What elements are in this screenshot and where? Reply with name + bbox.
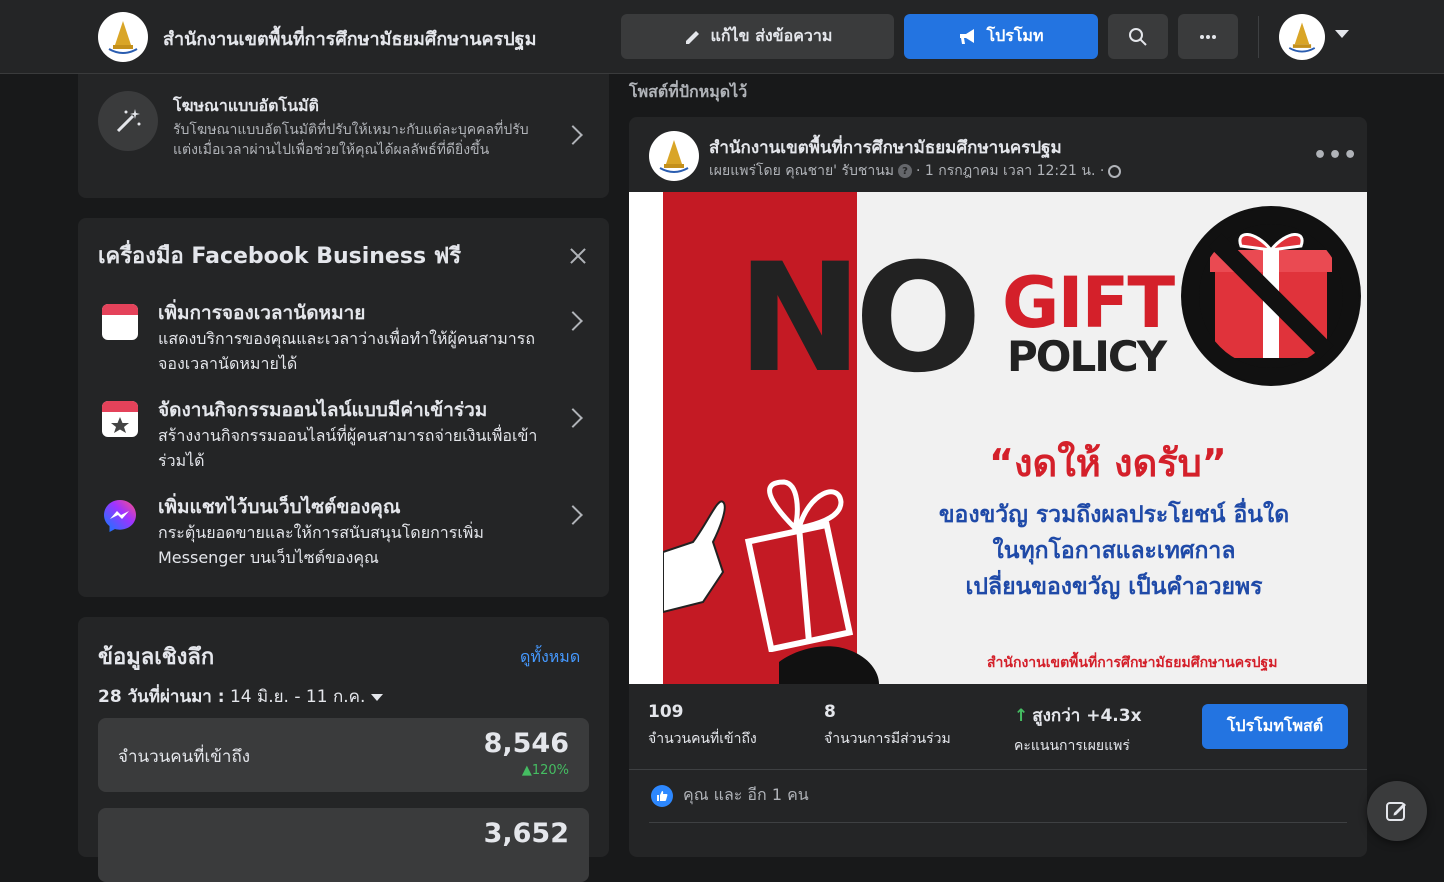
black-hand-illustration bbox=[779, 646, 879, 684]
date-range-selector[interactable]: 28 วันที่ผ่านมา : 14 มิ.ย. - 11 ก.ค. bbox=[98, 683, 384, 710]
pinned-post-label: โพสต์ที่ปักหมุดไว้ bbox=[629, 82, 748, 101]
tool-item-title: เพิ่มการจองเวลานัดหมาย bbox=[158, 302, 366, 324]
edit-send-message-label: แก้ไข ส่งข้อความ bbox=[710, 26, 833, 45]
image-slogan: “งดให้ งดรับ” bbox=[989, 441, 1227, 485]
divider bbox=[649, 822, 1347, 823]
image-line: เปลี่ยนของขวัญ เป็นคำอวยพร bbox=[965, 574, 1263, 600]
tool-item-paid-events[interactable]: จัดงานกิจกรรมออนไลน์แบบมีค่าเข้าร่วม สร้… bbox=[78, 395, 609, 485]
post-meta: เผยแพร่โดย คุณชาย' รับชานม ? · 1 กรกฎาคม… bbox=[709, 160, 1122, 182]
stat-second[interactable]: 3,652 bbox=[98, 808, 589, 882]
chevron-right-icon bbox=[563, 311, 583, 331]
stat-change: ▲120% bbox=[521, 763, 569, 778]
pencil-icon bbox=[685, 30, 699, 44]
post-stat-label: จำนวนการมีส่วนร่วม bbox=[824, 731, 951, 747]
search-icon bbox=[1129, 27, 1147, 46]
auto-ads-title: โฆษณาแบบอัตโนมัติ bbox=[173, 96, 319, 115]
promote-label: โปรโมท bbox=[986, 26, 1044, 45]
account-logo-icon bbox=[1288, 22, 1316, 53]
post-stats-bar: 109 จำนวนคนที่เข้าถึง 8 จำนวนการมีส่วนร่… bbox=[629, 684, 1367, 770]
business-tools-title: เครื่องมือ Facebook Business ฟรี bbox=[98, 244, 462, 269]
post-stat-label: จำนวนคนที่เข้าถึง bbox=[648, 731, 757, 747]
insights-card: ข้อมูลเชิงลึก ดูทั้งหมด 28 วันที่ผ่านมา … bbox=[78, 617, 609, 882]
see-all-link[interactable]: ดูทั้งหมด bbox=[520, 645, 580, 670]
page-title[interactable]: สำนักงานเขตพื้นที่การศึกษามัธยมศึกษานครป… bbox=[163, 24, 536, 53]
messenger-icon bbox=[102, 498, 138, 534]
page-logo-icon bbox=[659, 140, 689, 173]
post-stat-value-row: ↑ สูงกว่า +4.3x bbox=[1014, 702, 1142, 729]
post-stat-label: คะแนนการเผยแพร่ bbox=[1014, 738, 1130, 754]
auto-ads-description: รับโฆษณาแบบอัตโนมัติที่ปรับให้เหมาะกับแต… bbox=[173, 122, 529, 158]
stat-value: 8,546 bbox=[483, 728, 569, 759]
image-org-name: สำนักงานเขตพื้นที่การศึกษามัธยมศึกษานครป… bbox=[987, 655, 1278, 671]
insights-title: ข้อมูลเชิงลึก bbox=[98, 645, 215, 670]
like-icon bbox=[651, 784, 673, 807]
post-stat-engagement[interactable]: 8 จำนวนการมีส่วนร่วม bbox=[824, 702, 951, 750]
page-avatar[interactable] bbox=[98, 12, 148, 62]
chevron-right-icon bbox=[563, 505, 583, 525]
tool-item-appointments[interactable]: เพิ่มการจองเวลานัดหมาย แสดงบริการของคุณแ… bbox=[78, 298, 609, 388]
no-gift-icon bbox=[1181, 206, 1361, 386]
post-publisher[interactable]: เผยแพร่โดย คุณชาย' รับชานม bbox=[709, 160, 894, 182]
compose-button[interactable] bbox=[1367, 781, 1427, 841]
post-options-icon[interactable]: ••• bbox=[1313, 143, 1358, 168]
arrow-up-icon: ↑ bbox=[1014, 705, 1029, 726]
megaphone-icon bbox=[960, 28, 975, 44]
tool-item-description: แสดงบริการของคุณและเวลาว่างเพื่อทำให้ผู้… bbox=[158, 329, 536, 373]
globe-icon bbox=[1108, 164, 1122, 178]
gift-box-illustration bbox=[744, 479, 854, 652]
image-line: ในทุกโอกาสและเทศกาล bbox=[992, 538, 1236, 564]
tool-item-website-chat[interactable]: เพิ่มแชทไว้บนเว็บไซต์ของคุณ กระตุ้นยอดขา… bbox=[78, 492, 609, 582]
date-range-prefix: 28 วันที่ผ่านมา : bbox=[98, 687, 225, 707]
more-options-button[interactable] bbox=[1178, 14, 1238, 59]
post-stat-reach[interactable]: 109 จำนวนคนที่เข้าถึง bbox=[648, 702, 757, 750]
account-avatar[interactable] bbox=[1279, 14, 1325, 60]
post-stat-value: 8 bbox=[824, 702, 836, 722]
tool-item-title: เพิ่มแชทไว้บนเว็บไซต์ของคุณ bbox=[158, 496, 401, 518]
compose-icon bbox=[1386, 802, 1406, 821]
top-bar: สำนักงานเขตพื้นที่การศึกษามัธยมศึกษานครป… bbox=[0, 0, 1444, 74]
calendar-icon bbox=[102, 304, 138, 340]
post-stat-value: สูงกว่า +4.3x bbox=[1032, 706, 1142, 726]
image-word-policy: POLICY bbox=[1007, 332, 1167, 381]
reactions-summary[interactable]: คุณ และ อีก 1 คน bbox=[651, 783, 809, 808]
caret-down-icon[interactable] bbox=[1335, 30, 1349, 38]
pinned-post: สำนักงานเขตพื้นที่การศึกษามัธยมศึกษานครป… bbox=[629, 117, 1367, 857]
image-left-strip bbox=[629, 192, 663, 684]
stat-reach[interactable]: จำนวนคนที่เข้าถึง 8,546 ▲120% bbox=[98, 718, 589, 792]
stat-label: จำนวนคนที่เข้าถึง bbox=[118, 747, 251, 767]
post-author-avatar[interactable] bbox=[649, 131, 699, 181]
tool-item-description: กระตุ้นยอดขายและให้การสนับสนุนโดยการเพิ่… bbox=[158, 523, 484, 567]
edit-send-message-button[interactable]: แก้ไข ส่งข้อความ bbox=[621, 14, 894, 59]
search-button[interactable] bbox=[1108, 14, 1168, 59]
hand-illustration bbox=[663, 500, 726, 614]
chevron-right-icon bbox=[563, 125, 583, 145]
reactions-text: คุณ และ อีก 1 คน bbox=[683, 785, 809, 804]
image-word-no: NO bbox=[737, 232, 982, 406]
post-author-name[interactable]: สำนักงานเขตพื้นที่การศึกษามัธยมศึกษานครป… bbox=[709, 134, 1062, 161]
more-icon bbox=[1200, 34, 1216, 39]
post-timestamp[interactable]: · 1 กรกฎาคม เวลา 12:21 น. · bbox=[916, 160, 1104, 182]
toolbar-divider bbox=[1258, 16, 1259, 58]
calendar-star-icon bbox=[102, 401, 138, 437]
caret-down-icon bbox=[371, 693, 384, 701]
promote-button[interactable]: โปรโมท bbox=[904, 14, 1098, 59]
help-icon[interactable]: ? bbox=[898, 164, 913, 178]
tool-item-description: สร้างงานกิจกรรมออนไลน์ที่ผู้คนสามารถจ่าย… bbox=[158, 426, 538, 470]
post-stat-distribution[interactable]: ↑ สูงกว่า +4.3x คะแนนการเผยแพร่ bbox=[1014, 702, 1142, 757]
stat-value: 3,652 bbox=[483, 818, 569, 849]
post-stat-value: 109 bbox=[648, 702, 684, 722]
page-logo-icon bbox=[102, 16, 144, 58]
chevron-right-icon bbox=[563, 408, 583, 428]
promote-post-button[interactable]: โปรโมทโพสต์ bbox=[1202, 704, 1348, 749]
tool-item-title: จัดงานกิจกรรมออนไลน์แบบมีค่าเข้าร่วม bbox=[158, 399, 488, 421]
close-icon[interactable] bbox=[568, 246, 588, 266]
auto-ads-card[interactable]: โฆษณาแบบอัตโนมัติ รับโฆษณาแบบอัตโนมัติที… bbox=[78, 74, 609, 198]
date-range-value: 14 มิ.ย. - 11 ก.ค. bbox=[229, 687, 366, 707]
post-image[interactable]: NO GIFT POLICY “งดให้ งดรับ” ของขวัญ รวม… bbox=[629, 192, 1367, 684]
image-line: ของขวัญ รวมถึงผลประโยชน์ อื่นใด bbox=[938, 502, 1290, 528]
business-tools-card: เครื่องมือ Facebook Business ฟรี เพิ่มกา… bbox=[78, 218, 609, 597]
magic-wand-icon bbox=[98, 91, 158, 151]
